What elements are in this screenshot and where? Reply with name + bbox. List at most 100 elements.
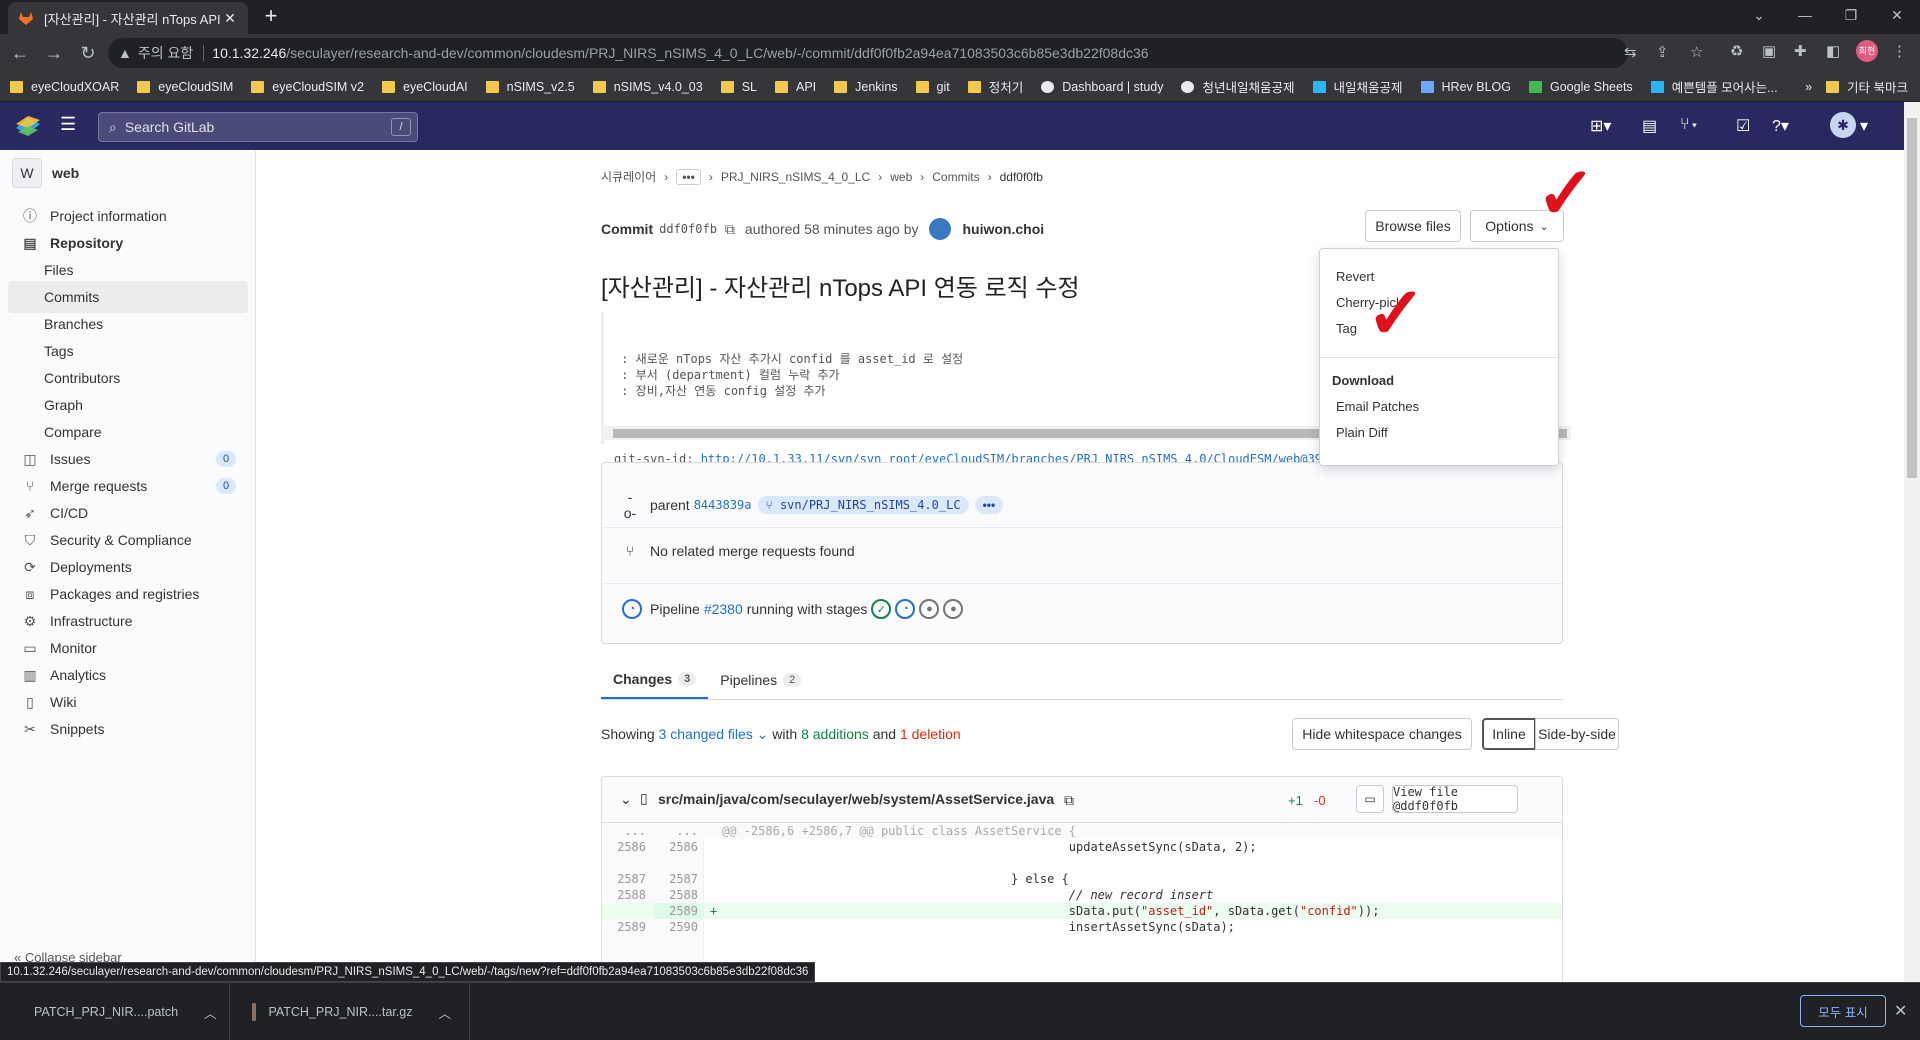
issues-icon[interactable]: ▤	[1642, 116, 1657, 136]
bookmark-item[interactable]: eyeCloudXOAR	[10, 80, 119, 94]
menu-item-tag[interactable]: Tag	[1336, 321, 1357, 336]
close-tab-icon[interactable]: ✕	[222, 10, 238, 27]
profile-avatar[interactable]: 희현	[1856, 40, 1878, 62]
bookmark-item[interactable]: eyeCloudAI	[382, 80, 468, 94]
user-avatar[interactable]: ✱	[1830, 112, 1856, 138]
new-tab-button[interactable]: +	[258, 5, 284, 29]
changed-files-dropdown[interactable]: 3 changed files ⌄	[659, 726, 769, 742]
tab-pipelines[interactable]: Pipelines 2	[708, 660, 813, 699]
file-path[interactable]: src/main/java/com/seculayer/web/system/A…	[658, 791, 1054, 807]
project-header[interactable]: W web	[12, 158, 79, 188]
pipeline-link[interactable]: #2380	[704, 601, 743, 617]
bookmark-item[interactable]: Google Sheets	[1528, 80, 1633, 94]
user-menu-chevron-icon[interactable]: ▾	[1860, 116, 1868, 136]
parent-sha-link[interactable]: 8443839a	[694, 498, 752, 512]
back-icon[interactable]: ←	[6, 39, 34, 67]
bookmarks-overflow-button[interactable]: »	[1805, 80, 1812, 94]
hide-whitespace-button[interactable]: Hide whitespace changes	[1292, 718, 1472, 750]
help-icon[interactable]: ?▾	[1772, 116, 1789, 136]
bookmark-item[interactable]: nSIMS_v2.5	[485, 80, 575, 94]
show-all-button[interactable]: 모두 표시	[1800, 995, 1886, 1027]
translate-icon[interactable]: ⇆	[1624, 43, 1637, 61]
bookmark-item[interactable]: SL	[720, 80, 757, 94]
search-input[interactable]: ⌕ Search GitLab /	[98, 112, 418, 142]
stage-running-icon[interactable]: ◔	[895, 599, 916, 619]
todo-icon[interactable]: ☑	[1736, 116, 1750, 136]
old-line-number[interactable]: 2587	[602, 871, 652, 887]
new-line-number[interactable]: ...	[654, 823, 704, 839]
bookmark-item[interactable]: 청년내일채움공제	[1181, 77, 1295, 96]
reload-icon[interactable]: ↻	[74, 39, 102, 67]
bookmark-item[interactable]: git	[915, 80, 950, 94]
stage-pending-icon[interactable]: ●	[943, 599, 964, 619]
page-scrollbar[interactable]	[1904, 102, 1920, 982]
bookmark-item[interactable]: Jenkins	[834, 80, 898, 94]
new-line-number[interactable]: 2588	[654, 887, 704, 903]
sidebar-item-snippets[interactable]: ✂ Snippets	[8, 713, 248, 745]
view-file-button[interactable]: View file @ddf0f0fb	[1392, 785, 1518, 813]
more-refs-button[interactable]: •••	[974, 496, 1004, 514]
other-bookmarks[interactable]: 기타 북마크	[1826, 77, 1908, 96]
author-name[interactable]: huiwon.choi	[963, 221, 1045, 237]
branch-badge[interactable]: ⑂ svn/PRJ_NIRS_nSIMS_4.0_LC	[757, 496, 969, 514]
old-line-number[interactable]: 2588	[602, 887, 652, 903]
tab-search-icon[interactable]: ⌄	[1736, 0, 1782, 30]
share-icon[interactable]: ⇪	[1656, 43, 1669, 61]
extensions-puzzle-icon[interactable]: ✚	[1794, 42, 1807, 60]
author-avatar[interactable]	[928, 218, 951, 240]
bookmark-item[interactable]: API	[774, 80, 816, 94]
browser-tab[interactable]: [자산관리] - 자산관리 nTops API ✕	[8, 2, 248, 34]
bookmark-item[interactable]: 내일채움공제	[1312, 77, 1403, 96]
restore-button[interactable]: ❐	[1828, 0, 1874, 30]
new-line-number[interactable]: 2586	[654, 839, 704, 855]
menu-hamburger-icon[interactable]: ☰	[60, 114, 76, 135]
bookmark-item[interactable]: nSIMS_v4.0_03	[592, 80, 703, 94]
breadcrumb-project[interactable]: web	[890, 170, 912, 184]
stage-passed-icon[interactable]: ✓	[871, 599, 892, 619]
breadcrumb-project-group[interactable]: PRJ_NIRS_nSIMS_4_0_LC	[721, 170, 870, 184]
merge-requests-icon[interactable]: ⑂▾	[1680, 116, 1699, 134]
download-item[interactable]: PATCH_PRJ_NIR....patch ︿	[0, 983, 230, 1040]
new-line-number[interactable]: 2590	[654, 919, 704, 935]
download-item[interactable]: PATCH_PRJ_NIR....tar.gz ︿	[230, 983, 470, 1040]
menu-item-plain-diff[interactable]: Plain Diff	[1336, 425, 1388, 440]
inline-view-button[interactable]: Inline	[1482, 718, 1536, 750]
close-download-bar-icon[interactable]: ✕	[1894, 1001, 1907, 1021]
page-scrollbar-thumb[interactable]	[1907, 118, 1917, 478]
chevron-up-icon[interactable]: ︿	[204, 1003, 217, 1022]
extension-app-icon[interactable]: ▣	[1762, 42, 1776, 60]
bookmark-item[interactable]: Dashboard | study	[1041, 80, 1163, 94]
bookmark-item[interactable]: HRev BLOG	[1420, 80, 1511, 94]
close-window-button[interactable]: ✕	[1874, 0, 1920, 30]
breadcrumb-commits[interactable]: Commits	[932, 170, 979, 184]
new-line-number[interactable]: 2587	[654, 871, 704, 887]
copy-path-icon[interactable]: ⧉	[1064, 792, 1074, 809]
stage-pending-icon[interactable]: ●	[919, 599, 940, 619]
bookmark-item[interactable]: eyeCloudSIM	[137, 80, 233, 94]
gitlab-logo-icon[interactable]	[14, 114, 42, 141]
minimize-button[interactable]: —	[1782, 0, 1828, 30]
pipeline-running-icon[interactable]: ◔	[622, 599, 642, 619]
forward-icon[interactable]: →	[40, 39, 68, 67]
comment-icon[interactable]: ▭	[1356, 785, 1384, 813]
side-by-side-button[interactable]: Side-by-side	[1535, 718, 1619, 750]
bookmark-item[interactable]: 정처기	[967, 77, 1023, 96]
chevron-down-icon[interactable]: ⌄	[620, 791, 632, 808]
bookmark-item[interactable]: eyeCloudSIM v2	[251, 80, 364, 94]
old-line-number[interactable]: 2589	[602, 919, 652, 935]
tab-changes[interactable]: Changes 3	[601, 660, 709, 699]
chrome-menu-icon[interactable]: ⋮	[1892, 42, 1907, 60]
side-panel-icon[interactable]: ◧	[1826, 42, 1840, 60]
create-new-icon[interactable]: ⊞▾	[1590, 116, 1611, 136]
old-line-number[interactable]: 2586	[602, 839, 652, 855]
menu-item-email-patches[interactable]: Email Patches	[1336, 399, 1419, 414]
old-line-number[interactable]: ...	[602, 823, 652, 839]
breadcrumb-group[interactable]: 시큐레이어	[601, 168, 656, 185]
new-line-number[interactable]: 2589	[654, 903, 704, 919]
breadcrumb-more[interactable]: •••	[676, 168, 701, 185]
bookmark-star-icon[interactable]: ☆	[1690, 43, 1703, 61]
browse-files-button[interactable]: Browse files	[1365, 210, 1461, 242]
bookmark-item[interactable]: 예쁜템플 모어사는...	[1650, 77, 1778, 96]
extension-recycle-icon[interactable]: ♻	[1730, 42, 1743, 60]
copy-sha-icon[interactable]: ⧉	[725, 221, 735, 238]
